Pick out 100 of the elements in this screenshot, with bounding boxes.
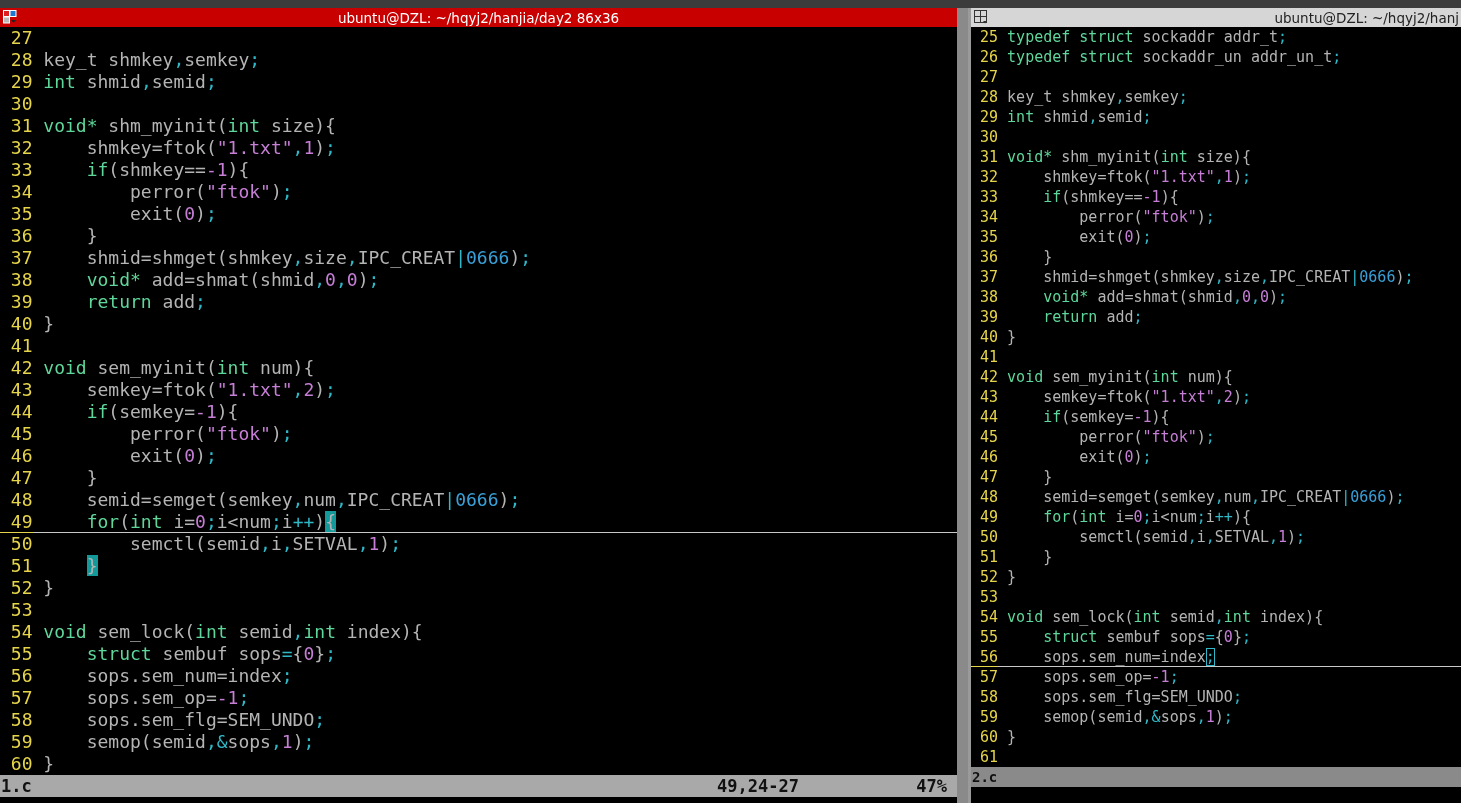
code-line: void* shm_myinit(int size){: [43, 115, 336, 137]
code-line: void sem_lock(int semid,int index){: [43, 621, 423, 643]
line-number: 35: [9, 203, 33, 225]
line-number: 30: [979, 127, 999, 147]
code-line: }: [1007, 327, 1017, 347]
code-line: exit(0);: [129, 203, 217, 225]
code-line: }: [85, 467, 98, 489]
line-number: 37: [979, 267, 999, 287]
line-number: 59: [9, 731, 33, 753]
code-line: }: [1007, 567, 1017, 587]
line-number: 48: [9, 489, 33, 511]
line-number: 46: [9, 445, 33, 467]
line-number: 39: [979, 307, 999, 327]
line-number: 45: [9, 423, 33, 445]
code-line: sops.sem_flg=SEM_UNDO;: [1042, 687, 1242, 707]
line-number: 60: [9, 753, 33, 775]
line-number: 60: [979, 727, 999, 747]
code-line: return add;: [1042, 307, 1143, 327]
line-number: 40: [9, 313, 33, 335]
file-name: 2.c: [972, 769, 999, 785]
code-line: int shmid,semid;: [43, 71, 217, 93]
line-number: 27: [9, 27, 33, 49]
line-number: 45: [979, 427, 999, 447]
line-number: 28: [9, 49, 33, 71]
code-line: typedef struct sockaddr_un addr_un_t;: [1007, 47, 1342, 67]
code-line: if(shmkey==-1){: [85, 159, 250, 181]
code-line: void* shm_myinit(int size){: [1007, 147, 1251, 167]
code-line: }: [1042, 547, 1053, 567]
cursor-position: 49,24-27: [717, 776, 800, 796]
code-line: exit(0);: [129, 445, 217, 467]
line-number: 30: [9, 93, 33, 115]
line-number: 58: [979, 687, 999, 707]
line-number: 53: [979, 587, 999, 607]
line-number: 25: [979, 27, 999, 47]
line-number: 34: [979, 207, 999, 227]
line-number: 61: [979, 747, 999, 767]
code-line: shmid=shmget(shmkey,size,IPC_CREAT|0666);: [85, 247, 532, 269]
code-line: void sem_myinit(int num){: [43, 357, 315, 379]
code-line: semkey=ftok("1.txt",2);: [85, 379, 336, 401]
line-number: 46: [979, 447, 999, 467]
line-number: 54: [979, 607, 999, 627]
line-number: 56: [9, 665, 33, 687]
line-number: 35: [979, 227, 999, 247]
line-number: 57: [9, 687, 33, 709]
line-number: 38: [979, 287, 999, 307]
code-line: struct sembuf sops={0};: [85, 643, 336, 665]
line-number: 40: [979, 327, 999, 347]
line-number: 49: [979, 507, 999, 527]
line-number: 28: [979, 87, 999, 107]
code-line: return add;: [85, 291, 206, 313]
code-line: if(semkey=-1){: [1042, 407, 1170, 427]
line-number: 27: [979, 67, 999, 87]
line-number: 48: [979, 487, 999, 507]
window-title: ubuntu@DZL: ~/hqyj2/hanj: [1274, 9, 1459, 26]
line-number: 42: [9, 357, 33, 379]
line-number: 33: [979, 187, 999, 207]
window-icon[interactable]: [3, 10, 17, 25]
line-number: 41: [9, 335, 33, 357]
code-line: key_t shmkey,semkey;: [43, 49, 261, 71]
code-line: }: [43, 753, 55, 775]
code-line: sops.sem_num=index;: [1042, 647, 1215, 667]
line-number: 50: [979, 527, 999, 547]
scroll-percent: 47%: [915, 776, 947, 796]
line-number: 44: [979, 407, 999, 427]
line-number: 51: [9, 555, 33, 577]
code-line: }: [1007, 727, 1017, 747]
line-number: 33: [9, 159, 33, 181]
code-line: semid=semget(semkey,num,IPC_CREAT|0666);: [1042, 487, 1405, 507]
line-number: 59: [979, 707, 999, 727]
code-line: sops.sem_op=-1;: [1042, 667, 1179, 687]
code-line: typedef struct sockaddr addr_t;: [1007, 27, 1288, 47]
line-number: 37: [9, 247, 33, 269]
code-line: perror("ftok");: [1078, 207, 1215, 227]
code-line: if(semkey=-1){: [85, 401, 239, 423]
code-line: perror("ftok");: [129, 181, 293, 203]
line-number: 31: [9, 115, 33, 137]
code-line: perror("ftok");: [1078, 427, 1215, 447]
code-line: int shmid,semid;: [1007, 107, 1152, 127]
line-number: 47: [9, 467, 33, 489]
line-number: 54: [9, 621, 33, 643]
line-number: 44: [9, 401, 33, 423]
code-line: void sem_lock(int semid,int index){: [1007, 607, 1324, 627]
file-name: 1.c: [1, 776, 33, 796]
code-line: key_t shmkey,semkey;: [1007, 87, 1188, 107]
line-number: 53: [9, 599, 33, 621]
code-line: for(int i=0;i<num;i++){: [85, 511, 336, 533]
window-icon[interactable]: [974, 10, 988, 25]
line-number: 51: [979, 547, 999, 567]
code-line: semkey=ftok("1.txt",2);: [1042, 387, 1251, 407]
line-number: 36: [9, 225, 33, 247]
code-line: shmkey=ftok("1.txt",1);: [1042, 167, 1251, 187]
code-line: exit(0);: [1078, 227, 1152, 247]
code-line: }: [1042, 247, 1053, 267]
code-line: void* add=shmat(shmid,0,0);: [1042, 287, 1288, 307]
line-number: 41: [979, 347, 999, 367]
line-number: 55: [9, 643, 33, 665]
line-number: 29: [9, 71, 33, 93]
code-line: shmkey=ftok("1.txt",1);: [85, 137, 336, 159]
line-number: 34: [9, 181, 33, 203]
code-line: for(int i=0;i<num;i++){: [1042, 507, 1251, 527]
